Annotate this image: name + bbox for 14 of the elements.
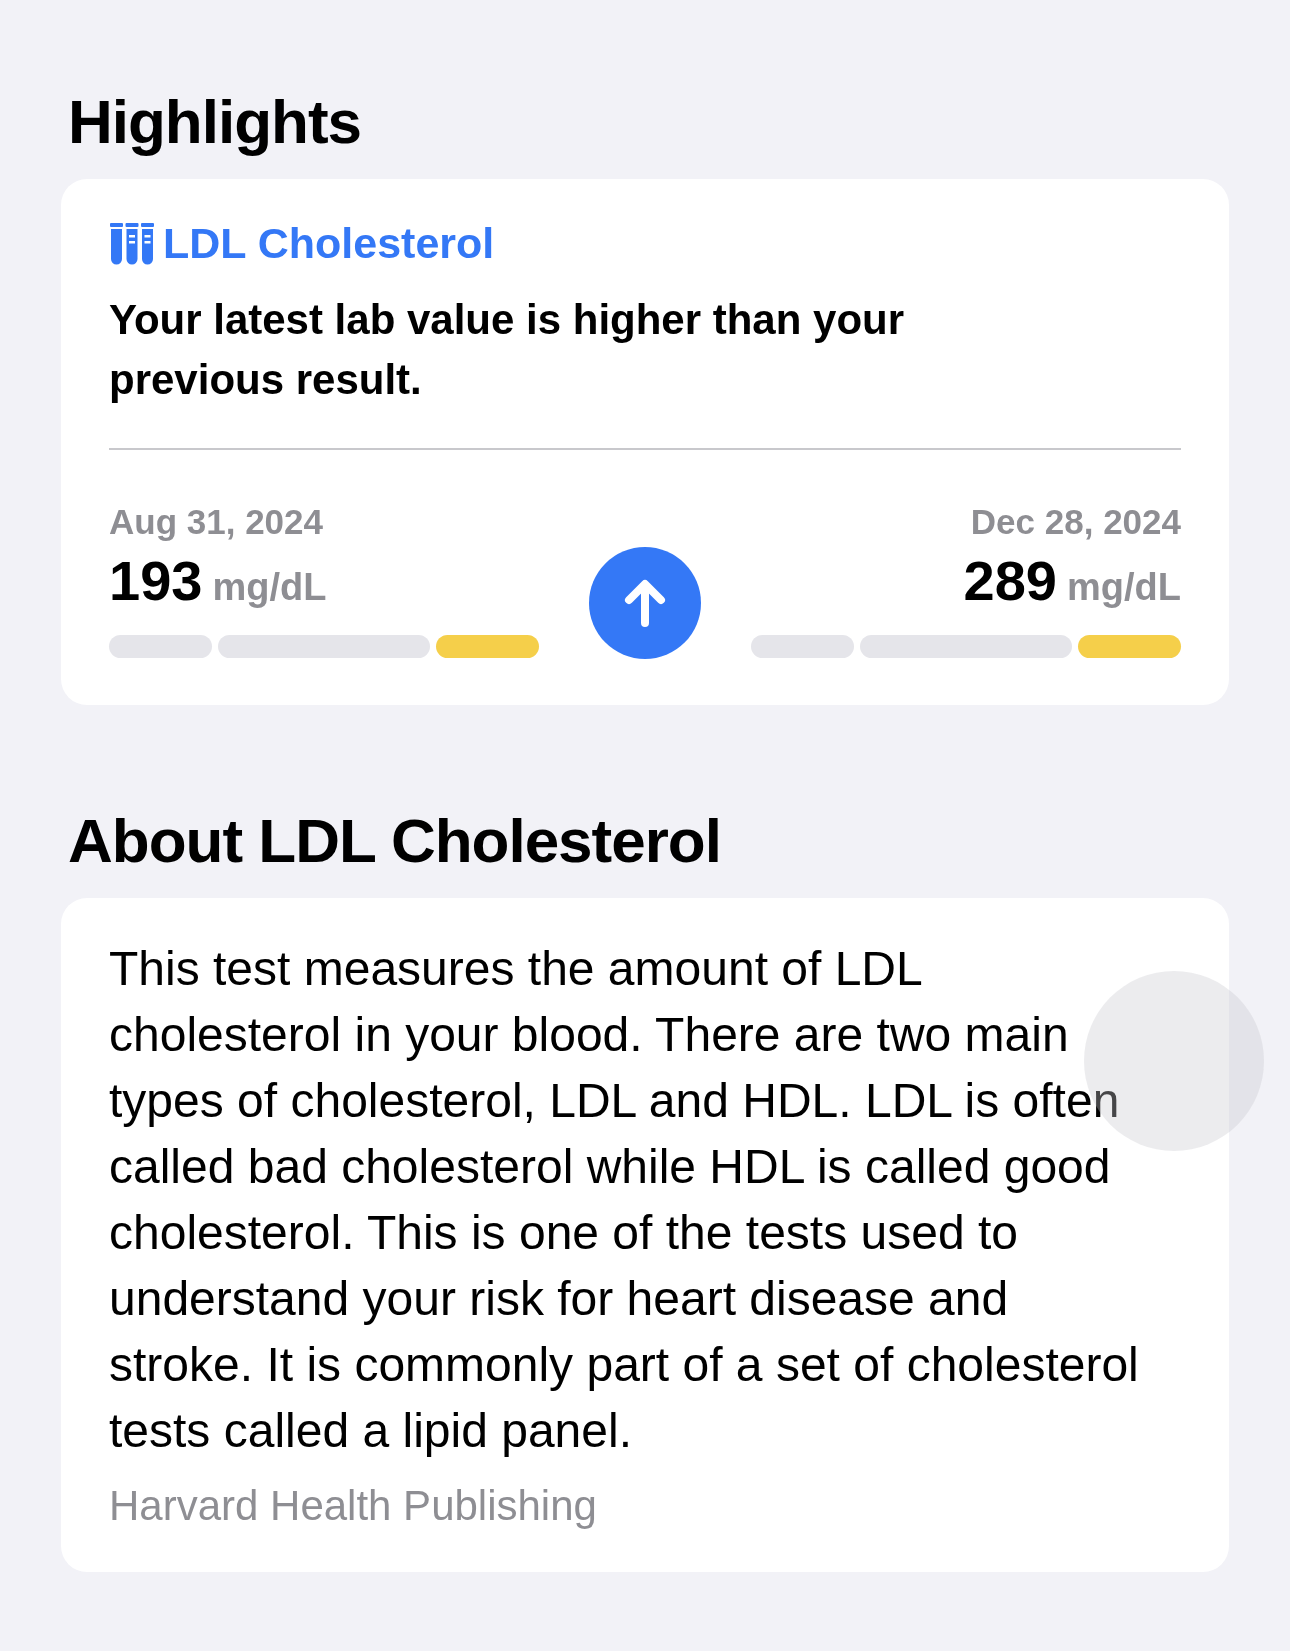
highlight-card[interactable]: LDL Cholesterol Your latest lab value is higher than your previous result. Aug 31, 2024 193 mg/dL Dec 28, 2024 289 mg/dL: [61, 179, 1229, 705]
result-unit: mg/dL: [1067, 566, 1181, 609]
category-title: LDL Cholesterol: [163, 219, 495, 268]
result-value: 193: [109, 548, 203, 613]
result-unit: mg/dL: [212, 566, 327, 609]
result-date: Aug 31, 2024: [109, 502, 324, 542]
about-text: This test measures the amount of LDL cholesterol in your blood. There are two main types of cholesterol, LDL and HDL. LDL is often called bad cholesterol while HDL is called good cholesterol. This is one of the tests used to understand your risk for heart disease and stroke. It is commonly part of a set of cholesterol tests called a lipid panel.: [109, 941, 1139, 1459]
section-title: About LDL Cholesterol: [68, 805, 722, 876]
result-value: 289: [963, 548, 1057, 613]
result-date: Dec 28, 2024: [970, 502, 1181, 542]
test-tubes-icon: [109, 220, 155, 267]
source-text: Harvard Health Publishing: [109, 1482, 598, 1530]
highlight-message: Your latest lab value is higher than your previous result.: [109, 295, 906, 405]
section-title: Highlights: [68, 86, 363, 157]
